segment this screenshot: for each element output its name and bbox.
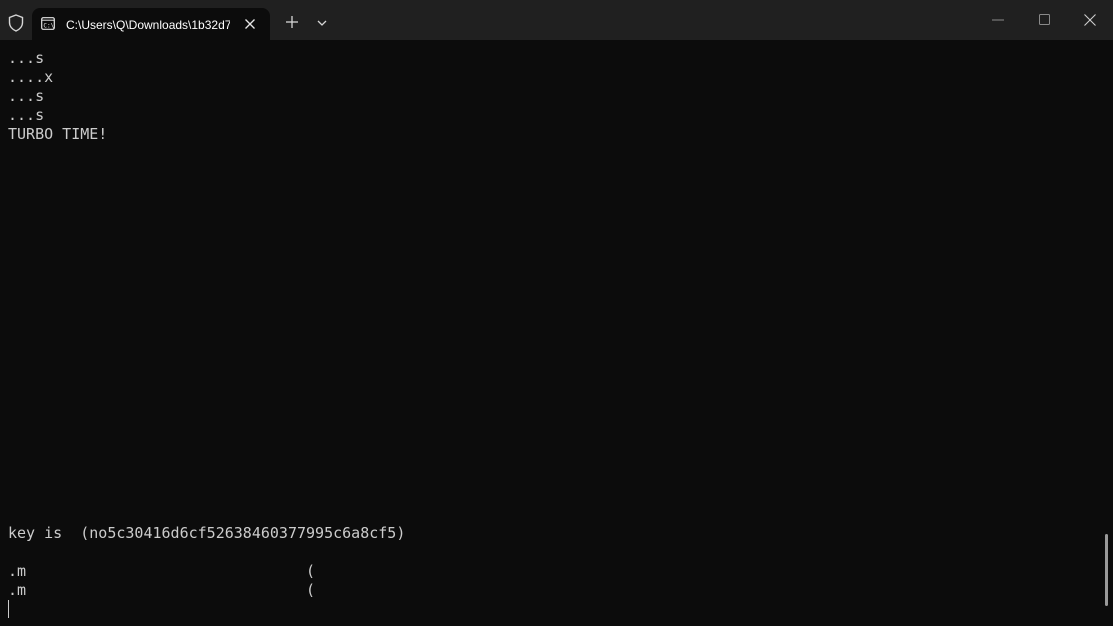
shield-icon <box>8 14 24 32</box>
terminal-icon: C:\ <box>41 17 55 30</box>
output-line: key is (no5c30416d6cf52638460377995c6a8c… <box>8 524 406 542</box>
scrollbar-thumb[interactable] <box>1105 534 1108 606</box>
chevron-down-icon[interactable] <box>312 13 332 33</box>
title-bar: C:\ C:\Users\Q\Downloads\1b32d7 <box>0 0 1113 40</box>
terminal-window: C:\ C:\Users\Q\Downloads\1b32d7 ...s ...… <box>0 0 1113 626</box>
output-line: ...s <box>8 49 45 67</box>
plus-icon[interactable] <box>282 12 302 32</box>
output-line: ...s <box>8 106 45 124</box>
terminal-output[interactable]: ...s ....x ...s ...s TURBO TIME! key is … <box>0 40 1113 626</box>
tab-active[interactable]: C:\ C:\Users\Q\Downloads\1b32d7 <box>32 8 270 40</box>
output-line: ....x <box>8 68 54 86</box>
output-line: .m ( <box>8 581 316 599</box>
svg-text:C:\: C:\ <box>43 22 54 29</box>
output-line: ...s <box>8 87 45 105</box>
minimize-icon[interactable] <box>986 10 1010 30</box>
maximize-icon[interactable] <box>1032 10 1056 30</box>
tab-title: C:\Users\Q\Downloads\1b32d7 <box>66 18 230 32</box>
close-tab-icon[interactable] <box>242 16 258 32</box>
close-icon[interactable] <box>1078 10 1102 30</box>
output-line: .m ( <box>8 562 316 580</box>
text-cursor <box>8 600 9 618</box>
output-line: TURBO TIME! <box>8 125 108 143</box>
